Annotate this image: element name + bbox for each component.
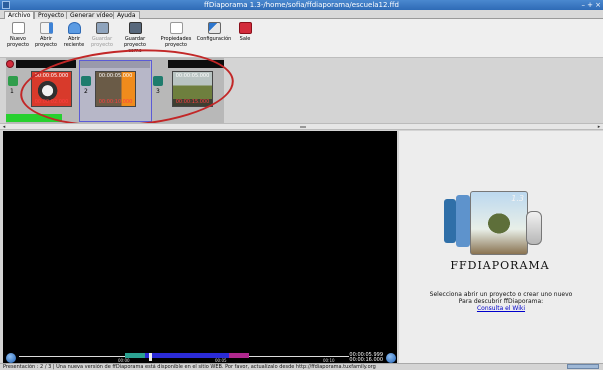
guardar-proyecto-button[interactable]: Guardar proyecto [87,21,117,55]
configuracion-button[interactable]: Configuración [196,21,232,55]
welcome-line-1: Selecciona abrir un proyecto o crear uno… [429,291,573,298]
welcome-panel: 1.3 FFDIAPORAMA Selecciona abrir un proy… [399,131,603,363]
floppy-icon [95,22,109,34]
power-icon [238,22,252,34]
welcome-line-2: Para descubrir ffDiaporama: [458,298,544,305]
scroll-grip[interactable] [300,126,306,128]
record-icon[interactable] [6,60,14,68]
welcome-message: Selecciona abrir un proyecto o crear uno… [399,291,603,312]
maximize-button[interactable]: + [587,0,593,10]
abrir-reciente-label-2: reciente [63,42,85,48]
wiki-link[interactable]: Consulta el Wiki [399,305,603,312]
status-bar: Presentación : 2 / 3 | Una nueva versión… [0,363,603,370]
propiedades-label-2: proyecto [165,42,187,48]
tools-icon [207,22,221,34]
guardar-proyecto-label-2: proyecto [91,42,113,48]
configuracion-label: Configuración [196,36,232,42]
transition-number: 1 [10,88,14,95]
toolbar: Nuevo proyecto Abrir proyecto Abrir reci… [0,19,603,58]
tab-ayuda[interactable]: Ayuda [113,11,140,19]
window-title: ffDiaporama 1.3-/home/sofia/ffdiaporama/… [204,1,399,9]
sale-label: Sale [239,36,251,42]
device-icon [526,211,542,245]
version-badge: 1.3 [511,194,524,203]
tab-generar-video[interactable]: Generar vídeo [66,11,117,19]
nuevo-proyecto-button[interactable]: Nuevo proyecto [3,21,33,55]
timeline-scrollbar[interactable]: ◂ ▸ [0,123,603,130]
scroll-left-icon[interactable]: ◂ [1,124,7,130]
abrir-proyecto-label-2: proyecto [35,42,57,48]
slide-segment [229,353,249,358]
play-button[interactable] [6,353,16,363]
status-indicator [567,364,599,369]
scroll-right-icon[interactable]: ▸ [596,124,602,130]
floppy-as-icon [128,22,142,34]
minimize-button[interactable]: – [582,0,586,10]
tree-image [482,213,516,239]
abrir-reciente-button[interactable]: Abrir reciente [59,21,89,55]
new-doc-icon [11,22,25,34]
title-bar: ffDiaporama 1.3-/home/sofia/ffdiaporama/… [0,0,603,10]
playback-bar: 00:00 00:05 00:10 00:00:05.999 00:00:16.… [3,353,397,363]
nuevo-proyecto-label-2: proyecto [7,42,29,48]
tab-bar: Archivo Proyecto Generar vídeo Ayuda [0,10,603,20]
properties-icon [169,22,183,34]
open-folder-icon [39,22,53,34]
transition-icon[interactable] [8,76,18,86]
brand-text: FFDIAPORAMA [450,259,550,272]
tab-proyecto[interactable]: Proyecto [34,11,69,19]
abrir-proyecto-button[interactable]: Abrir proyecto [31,21,61,55]
end-button[interactable] [386,353,396,363]
ffdiaporama-logo: 1.3 FFDIAPORAMA [444,191,556,273]
close-button[interactable]: × [595,0,601,10]
logo-card [444,199,456,243]
preview-area[interactable] [3,131,397,353]
arrow-down-icon [67,22,81,34]
sale-button[interactable]: Sale [230,21,260,55]
logo-card [456,195,470,247]
playhead[interactable] [149,353,152,361]
